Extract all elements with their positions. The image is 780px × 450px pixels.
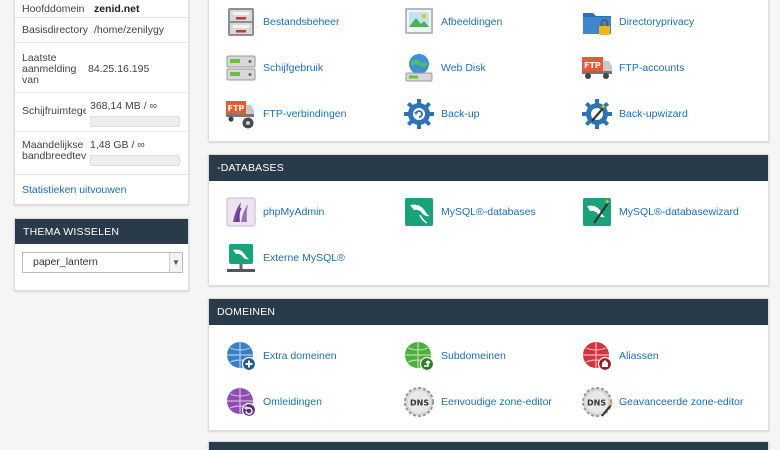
- theme-panel: THEMA WISSELEN paper_lantern ▼: [14, 218, 189, 291]
- mysql-wizard-icon: [583, 198, 611, 226]
- backup-gear-icon: [404, 99, 434, 129]
- ftp-connections-link[interactable]: FTP FTP-verbindingen: [224, 97, 346, 131]
- dns-wizard-icon: DNS: [582, 387, 613, 417]
- aliases-link[interactable]: Aliassen: [580, 339, 659, 373]
- domains-section: DOMEINEN Extra domeinen Subdomeinen Alia…: [208, 298, 769, 431]
- image-gallery-icon: [405, 8, 433, 34]
- images-label: Afbeeldingen: [441, 16, 503, 28]
- file-manager-link[interactable]: Bestandsbeheer: [224, 5, 339, 39]
- theme-select-value: paper_lantern: [33, 256, 98, 268]
- images-link[interactable]: Afbeeldingen: [402, 5, 502, 39]
- phpmyadmin-icon: [226, 197, 256, 227]
- stat-row-domain: Hoofddomein zenid.net: [15, 0, 188, 18]
- addon-domains-label: Extra domeinen: [263, 350, 337, 362]
- remote-mysql-icon: [227, 244, 255, 272]
- redirects-link[interactable]: Omleidingen: [224, 385, 322, 419]
- stat-label-bandwidth: Maandelijkse bandbreedteverbruik: [22, 140, 86, 162]
- svg-text:DNS: DNS: [410, 399, 429, 408]
- disk-usage-bar: [90, 116, 180, 127]
- backup-wizard-icon: [582, 99, 612, 129]
- globe-plus-icon: [227, 342, 257, 372]
- databases-section: -DATABASES phpMyAdmin MySQL®-databases M…: [208, 154, 769, 286]
- svg-text:FTP: FTP: [228, 104, 245, 113]
- databases-section-title[interactable]: -DATABASES: [209, 155, 768, 181]
- svg-text:FTP: FTP: [584, 61, 601, 70]
- stat-disk-block: 368,14 MB / ∞: [86, 101, 180, 127]
- redirects-label: Omleidingen: [263, 396, 322, 408]
- dns-gear-icon: DNS: [404, 387, 434, 417]
- ftp-connections-label: FTP-verbindingen: [263, 108, 347, 120]
- theme-panel-title: THEMA WISSELEN: [15, 219, 188, 244]
- directory-privacy-label: Directoryprivacy: [619, 16, 695, 28]
- directory-privacy-link[interactable]: Directoryprivacy: [580, 5, 694, 39]
- stat-row-lastlogin: Laatste aanmelding van 84.25.16.195: [15, 43, 188, 93]
- addon-domains-link[interactable]: Extra domeinen: [224, 339, 337, 373]
- ftp-accounts-label: FTP-accounts: [619, 62, 685, 74]
- stats-panel: Hoofddomein zenid.net Basisdirectory /ho…: [14, 0, 189, 205]
- simple-zone-editor-link[interactable]: DNS Eenvoudige zone-editor: [402, 385, 552, 419]
- svg-text:DNS: DNS: [587, 399, 606, 408]
- mysql-database-wizard-label: MySQL®-databasewizard: [619, 206, 739, 218]
- stat-value-homedir: /home/zenilygy: [94, 24, 165, 36]
- stat-value-domain: zenid.net: [94, 3, 140, 15]
- next-section: [208, 441, 769, 450]
- backup-wizard-label: Back-upwizard: [619, 108, 688, 120]
- domains-section-title[interactable]: DOMEINEN: [209, 299, 768, 325]
- globe-redirect-icon: [227, 388, 257, 418]
- subdomains-link[interactable]: Subdomeinen: [402, 339, 506, 373]
- mysql-database-wizard-link[interactable]: MySQL®-databasewizard: [580, 195, 739, 229]
- mysql-databases-link[interactable]: MySQL®-databases: [402, 195, 536, 229]
- stat-label-lastlogin: Laatste aanmelding van: [22, 52, 77, 86]
- globe-alias-icon: [583, 342, 613, 372]
- expand-stats-link[interactable]: Statistieken uitvouwen: [15, 175, 188, 205]
- web-disk-label: Web Disk: [441, 62, 486, 74]
- hard-drive-icon: [226, 55, 256, 81]
- globe-sub-icon: [405, 342, 435, 372]
- stat-label-disk: Schijfruimtegebruik: [22, 105, 86, 117]
- advanced-zone-editor-link[interactable]: DNS Geavanceerde zone-editor: [580, 385, 743, 419]
- chevron-down-icon[interactable]: ▼: [169, 253, 182, 272]
- mysql-dolphin-icon: [405, 198, 433, 226]
- disk-usage-label: Schijfgebruik: [263, 62, 324, 74]
- advanced-zone-editor-label: Geavanceerde zone-editor: [619, 396, 744, 408]
- next-section-header[interactable]: [209, 442, 768, 450]
- subdomains-label: Subdomeinen: [441, 350, 506, 362]
- web-disk-icon: [405, 54, 433, 82]
- stat-row-disk: Schijfruimtegebruik 368,14 MB / ∞: [15, 93, 188, 132]
- stat-label-homedir: Basisdirectory: [22, 25, 88, 36]
- stat-value-lastlogin: 84.25.16.195: [88, 62, 150, 75]
- stat-row-homedir: Basisdirectory /home/zenilygy: [15, 18, 188, 43]
- bandwidth-usage-bar: [90, 155, 180, 166]
- stat-row-bandwidth: Maandelijkse bandbreedteverbruik 1,48 GB…: [15, 132, 188, 175]
- simple-zone-editor-label: Eenvoudige zone-editor: [441, 396, 552, 408]
- ftp-connections-icon: FTP: [226, 101, 254, 129]
- phpmyadmin-label: phpMyAdmin: [263, 206, 325, 218]
- backup-link[interactable]: Back-up: [402, 97, 480, 131]
- theme-select[interactable]: paper_lantern ▼: [22, 252, 183, 273]
- disk-usage-link[interactable]: Schijfgebruik: [224, 51, 323, 85]
- file-cabinet-icon: [228, 8, 254, 36]
- ftp-accounts-link[interactable]: FTP FTP-accounts: [580, 51, 684, 85]
- remote-mysql-link[interactable]: Externe MySQL®: [224, 241, 345, 275]
- web-disk-link[interactable]: Web Disk: [402, 51, 486, 85]
- folder-lock-icon: [583, 13, 611, 35]
- files-section: Bestandsbeheer Afbeeldingen Directorypri…: [208, 0, 769, 142]
- mysql-databases-label: MySQL®-databases: [441, 206, 536, 218]
- ftp-truck-icon: FTP: [582, 57, 612, 79]
- backup-wizard-link[interactable]: Back-upwizard: [580, 97, 688, 131]
- stat-value-disk: 368,14 MB / ∞: [90, 100, 158, 112]
- remote-mysql-label: Externe MySQL®: [263, 252, 345, 264]
- backup-label: Back-up: [441, 108, 480, 120]
- file-manager-label: Bestandsbeheer: [263, 16, 340, 28]
- phpmyadmin-link[interactable]: phpMyAdmin: [224, 195, 324, 229]
- stat-label-domain: Hoofddomein: [22, 4, 85, 15]
- aliases-label: Aliassen: [619, 350, 659, 362]
- stat-value-bandwidth: 1,48 GB / ∞: [90, 139, 145, 151]
- stat-bandwidth-block: 1,48 GB / ∞: [86, 140, 180, 166]
